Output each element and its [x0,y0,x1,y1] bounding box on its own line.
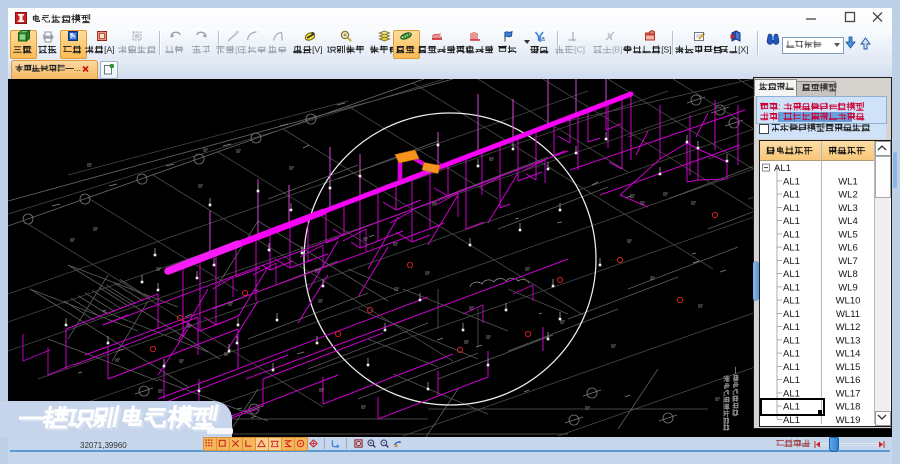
svg-text:WL2: WL2 [838,190,858,201]
svg-text:WL8: WL8 [838,269,858,280]
svg-text:WL13: WL13 [836,336,861,347]
svg-text:AL1: AL1 [783,283,800,294]
svg-text:WL9: WL9 [838,283,858,294]
svg-text:WL4: WL4 [838,216,858,227]
svg-text:AL1: AL1 [783,362,800,373]
svg-text:[V]: [V] [312,45,322,55]
svg-text:AL1: AL1 [783,322,800,333]
svg-text:[A]: [A] [104,45,114,55]
svg-text:WL1: WL1 [838,177,858,188]
svg-text:WL10: WL10 [836,296,861,307]
svg-text:WL3: WL3 [838,203,858,214]
svg-text:AL1: AL1 [774,163,791,174]
svg-text:WL7: WL7 [838,256,858,267]
svg-text:AL1: AL1 [783,243,800,254]
svg-text:a: a [541,36,545,43]
svg-text:WL19: WL19 [836,415,861,426]
svg-text:AL1: AL1 [783,256,800,267]
svg-text::: : [778,112,781,122]
svg-text:AL1: AL1 [783,336,800,347]
svg-text:AL1: AL1 [783,203,800,214]
svg-text:[S]: [S] [661,45,671,55]
svg-text:AL1: AL1 [783,177,800,188]
svg-text:AL1: AL1 [783,415,800,426]
svg-text:[X]: [X] [738,45,748,55]
svg-text:AL1: AL1 [783,190,800,201]
svg-text:WL16: WL16 [836,375,861,386]
svg-text::: : [778,102,781,112]
svg-text:[C]: [C] [574,45,585,55]
svg-text:...: ... [74,63,81,73]
svg-text:WL17: WL17 [836,389,861,400]
svg-text:WL15: WL15 [836,362,861,373]
svg-text:AL1: AL1 [783,216,800,227]
svg-text:AL1: AL1 [783,269,800,280]
svg-text:WL5: WL5 [838,230,858,241]
svg-text:AL1: AL1 [783,230,800,241]
svg-text:WL14: WL14 [836,349,861,360]
svg-text:AL1: AL1 [783,296,800,307]
svg-text:WL11: WL11 [836,309,860,320]
svg-text:WL12: WL12 [836,322,861,333]
svg-text:WL18: WL18 [836,402,861,413]
svg-text:AL1: AL1 [783,309,800,320]
svg-text:AL1: AL1 [783,375,800,386]
svg-text:AL1: AL1 [783,349,800,360]
svg-text:WL6: WL6 [838,243,858,254]
